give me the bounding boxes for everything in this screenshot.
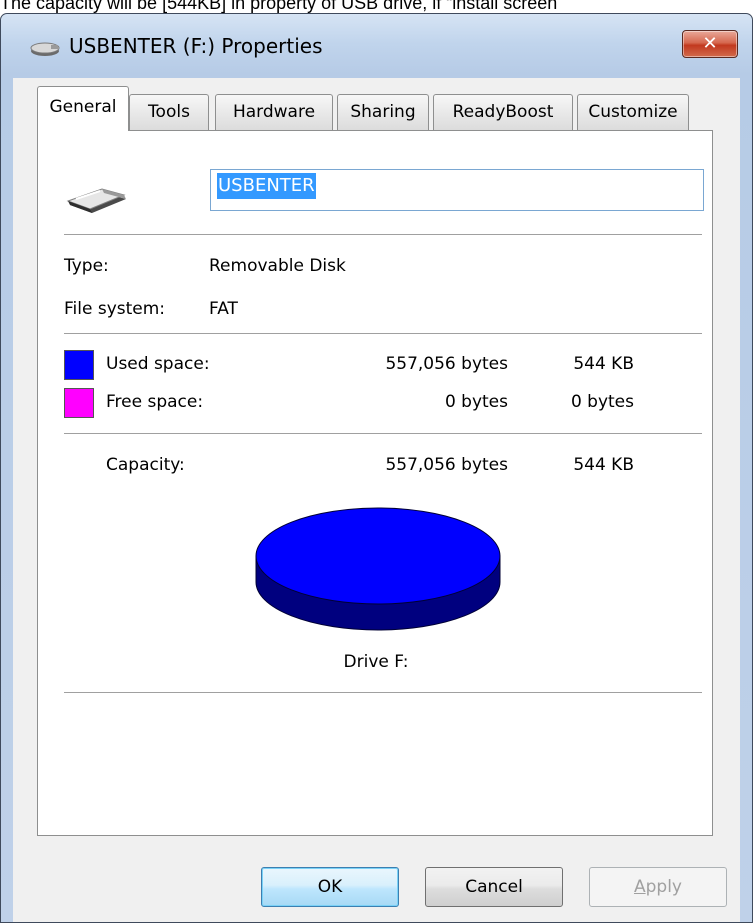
apply-label-rest: pply xyxy=(645,877,682,897)
drive-caption: Drive F: xyxy=(343,652,409,672)
divider xyxy=(64,333,702,334)
dialog-client: General Tools Hardware Sharing ReadyBoos… xyxy=(13,78,740,922)
type-label: Type: xyxy=(64,256,109,276)
used-space-bytes: 557,056 bytes xyxy=(385,354,508,374)
close-button[interactable]: ✕ xyxy=(682,30,738,58)
general-panel: USBENTER Type: Removable Disk File syste… xyxy=(37,130,713,836)
page-caption: The capacity will be [544KB] in property… xyxy=(0,0,558,13)
title-bar[interactable]: USBENTER (F:) Properties ✕ xyxy=(1,14,752,78)
tab-sharing[interactable]: Sharing xyxy=(337,94,429,130)
free-space-size: 0 bytes xyxy=(570,392,634,412)
capacity-label: Capacity: xyxy=(106,455,185,475)
file-system-label: File system: xyxy=(64,299,166,319)
used-space-size: 544 KB xyxy=(573,354,634,374)
tab-general[interactable]: General xyxy=(37,86,129,131)
volume-label-field[interactable]: USBENTER xyxy=(210,169,704,211)
capacity-bytes: 557,056 bytes xyxy=(385,455,508,475)
apply-button[interactable]: Apply xyxy=(589,867,727,907)
file-system-value: FAT xyxy=(209,299,238,319)
capacity-size: 544 KB xyxy=(573,455,634,475)
drive-usage-pie-chart xyxy=(255,507,501,631)
used-space-label: Used space: xyxy=(106,354,210,374)
type-value: Removable Disk xyxy=(209,256,346,276)
properties-dialog: USBENTER (F:) Properties ✕ General Tools… xyxy=(0,13,753,923)
cancel-button[interactable]: Cancel xyxy=(425,867,563,907)
divider xyxy=(64,234,702,235)
apply-access-key: A xyxy=(633,877,646,897)
free-space-swatch xyxy=(64,388,94,418)
divider xyxy=(64,692,702,693)
divider xyxy=(64,433,702,434)
tab-tools[interactable]: Tools xyxy=(129,94,209,130)
volume-label-text[interactable]: USBENTER xyxy=(217,173,316,199)
usb-drive-icon xyxy=(30,42,60,56)
free-space-label: Free space: xyxy=(106,392,204,412)
pie-used-slice xyxy=(255,507,501,605)
tab-readyboost[interactable]: ReadyBoost xyxy=(433,94,573,130)
tab-hardware[interactable]: Hardware xyxy=(215,94,333,130)
usb-drive-icon xyxy=(66,188,126,213)
window-title: USBENTER (F:) Properties xyxy=(69,34,323,58)
tab-customize[interactable]: Customize xyxy=(577,94,689,130)
tab-strip: General Tools Hardware Sharing ReadyBoos… xyxy=(37,82,717,131)
ok-button[interactable]: OK xyxy=(261,867,399,907)
used-space-swatch xyxy=(64,350,94,380)
close-icon: ✕ xyxy=(702,33,718,54)
free-space-bytes: 0 bytes xyxy=(444,392,508,412)
